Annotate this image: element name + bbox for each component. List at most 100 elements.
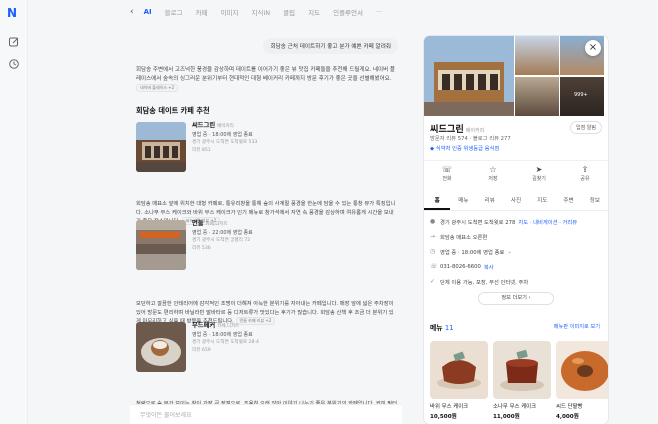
star-icon: ☆ [489, 165, 497, 174]
chevron-down-icon[interactable]: ⌄ [507, 249, 511, 255]
answer-intro: 회담송 주변에서 고즈넉한 풍경을 감상하며 데이트를 이어가기 좋은 뷰 맛집… [136, 66, 398, 94]
tab-photos[interactable]: 사진 [503, 193, 529, 210]
menu-title: 메뉴 [430, 324, 443, 332]
history-icon[interactable] [8, 58, 20, 70]
call-button[interactable]: ☏ 전화 [424, 161, 470, 188]
amenity-icon: ✓ [430, 278, 436, 285]
share-label: 공유 [580, 176, 590, 182]
menu-photo[interactable] [493, 341, 551, 399]
place-info: 씨드그린 베이커리 영업 중 · 18:00에 영업 종료 경기 광주시 도척면 … [192, 122, 257, 155]
place-hours: 영업 중 · 22:00에 영업 종료 [192, 230, 253, 236]
user-question: 회담송 근처 데이트하기 좋고 분가 예쁜 카페 알려줘 [263, 38, 398, 54]
place-thumbnail[interactable] [136, 322, 186, 372]
map-links[interactable]: 지도 · 내비게이션 · 거리뷰 [518, 218, 577, 226]
back-button[interactable]: ‹ [130, 7, 134, 17]
place-category: 카페,디저트 [205, 222, 228, 227]
naver-logo[interactable]: N [7, 6, 17, 20]
menu-list: 바위 무스 케이크 10,500원 소나무 무스 케이크 11,000원 씨드 … [430, 341, 608, 420]
phone-icon: ☏ [430, 263, 438, 270]
place-info-list: ● 경기 광주시 도척면 도척윗로 278 지도 · 내비게이션 · 거리뷰 →… [430, 214, 606, 289]
tab-reviews[interactable]: 리뷰 [477, 193, 503, 210]
place-info: 무드페커 카페,디저트 영업 중 · 18:00에 영업 종료 경기 광주시 도척… [192, 322, 259, 355]
place-reviews: 리뷰 659 [192, 348, 211, 353]
panel-place-name: 씨드그린 베이커리 [430, 121, 484, 135]
menu-price: 10,500원 [430, 414, 457, 420]
source-pill[interactable]: 네이버 플레이스 +2 [136, 84, 179, 92]
tab-clip[interactable]: 클립 [283, 7, 295, 17]
tab-map[interactable]: 지도 [308, 7, 320, 17]
direction-text: 회담송 매표소 오른편 [440, 234, 488, 241]
place-category: 베이커리 [217, 124, 234, 129]
place-address: 경기 광주시 도척면 도척윗로 28-4 [192, 340, 259, 345]
more-info-button[interactable]: 정보 더보기 › [478, 292, 554, 305]
share-button[interactable]: ⇪ 공유 [562, 161, 608, 188]
menu-photo[interactable] [430, 341, 488, 399]
place-hours: 영업 중 · 18:00에 영업 종료 [192, 332, 253, 338]
tab-cafe[interactable]: 카페 [196, 7, 208, 17]
menu-item[interactable]: 소나무 무스 케이크 11,000원 [493, 341, 551, 420]
menu-price: 11,000원 [493, 414, 520, 420]
directions-icon: ➤ [535, 165, 543, 174]
tab-map[interactable]: 지도 [529, 193, 555, 210]
search-tabs: ‹ AI 블로그 카페 이미지 지식iN 클립 지도 인플루언서 ··· [130, 6, 395, 18]
hygiene-badge: ◆ 식약처 인증 위생등급 음식점 [430, 144, 499, 152]
intro-text: 회담송 주변에서 고즈넉한 풍경을 감상하며 데이트를 이어가기 좋은 뷰 맛집… [136, 67, 395, 82]
panel-tabs: 홈 메뉴 리뷰 사진 지도 주변 정보 [424, 193, 608, 211]
place-detail-panel: 999+ × 씨드그린 베이커리 입점 알림 방문자 리뷰 574 · 블로그 리… [424, 36, 608, 424]
menu-heading: 메뉴 11 [430, 322, 454, 332]
share-icon: ⇪ [581, 165, 589, 174]
close-button[interactable]: × [585, 40, 601, 56]
place-name[interactable]: 먼들 [192, 220, 204, 227]
address-row: ● 경기 광주시 도척면 도척윗로 278 지도 · 내비게이션 · 거리뷰 [430, 214, 606, 229]
place-hours: 영업 중 · 18:00에 영업 종료 [192, 132, 253, 138]
tab-image[interactable]: 이미지 [221, 7, 239, 17]
clock-icon: ◷ [430, 248, 436, 255]
tab-info[interactable]: 정보 [582, 193, 608, 210]
tab-menu[interactable]: 메뉴 [450, 193, 476, 210]
tab-nearby[interactable]: 주변 [555, 193, 581, 210]
save-label: 저장 [488, 176, 498, 182]
tab-influencer[interactable]: 인플루언서 [333, 7, 363, 17]
gallery-photo[interactable] [515, 77, 559, 116]
place-name[interactable]: 씨드그린 [192, 122, 215, 129]
menu-image-link[interactable]: 메뉴판 이미지로 보기 [554, 323, 600, 330]
directions-button[interactable]: ➤ 길찾기 [516, 161, 562, 188]
photo-count[interactable]: 999+ [574, 92, 588, 98]
tab-ai[interactable]: AI [144, 8, 152, 16]
hygiene-badge-text: 식약처 인증 위생등급 음식점 [435, 146, 500, 152]
phone-row: ☏ 031-8026-6600 복사 [430, 259, 606, 274]
photo-gallery[interactable]: 999+ × [424, 36, 608, 116]
place-reviews: 리뷰 851 [192, 148, 211, 153]
amenities-row: ✓ 단체 이용 가능, 포장, 무선 인터넷, 주차 [430, 274, 606, 289]
menu-name: 씨드 단팥빵 [556, 404, 583, 410]
place-name[interactable]: 무드페커 [192, 322, 215, 329]
panel-review-counts[interactable]: 방문자 리뷰 574 · 블로그 리뷰 277 [430, 134, 511, 142]
direction-row: → 회담송 매표소 오른편 [430, 229, 606, 244]
place-address: 경기 광주시 도척면 궁평리 72 [192, 238, 251, 243]
new-chat-icon[interactable] [8, 36, 20, 48]
gallery-photo[interactable] [515, 36, 559, 75]
tab-blog[interactable]: 블로그 [165, 7, 183, 17]
hours-row[interactable]: ◷ 영업 중 · 18:00에 영업 종료 ⌄ [430, 244, 606, 259]
place-info: 먼들 카페,디저트 영업 중 · 22:00에 영업 종료 경기 광주시 도척면 … [192, 220, 253, 253]
menu-photo[interactable] [556, 341, 608, 399]
menu-item[interactable]: 씨드 단팥빵 4,000원 [556, 341, 608, 420]
tab-kin[interactable]: 지식iN [252, 7, 271, 17]
menu-count: 11 [444, 324, 454, 332]
save-button[interactable]: ☆ 저장 [470, 161, 516, 188]
chat-column: 회담송 근처 데이트하기 좋고 분가 예쁜 카페 알려줘 회담송 주변에서 고즈… [130, 24, 402, 424]
place-category: 카페,디저트 [217, 324, 240, 329]
directions-label: 길찾기 [532, 176, 546, 182]
copy-link[interactable]: 복사 [484, 263, 494, 271]
section-title: 회담송 데이트 카페 추천 [136, 106, 210, 115]
walk-icon: → [430, 233, 436, 240]
address-text: 경기 광주시 도척면 도척윗로 278 [440, 219, 516, 226]
notify-button[interactable]: 입점 알림 [570, 121, 602, 134]
place-thumbnail[interactable] [136, 122, 186, 172]
more-tabs-button[interactable]: ··· [376, 8, 382, 16]
main-photo[interactable] [424, 36, 514, 116]
tab-home[interactable]: 홈 [424, 193, 451, 210]
ask-input[interactable]: 무엇이든 물어보세요 [130, 404, 402, 424]
menu-item[interactable]: 바위 무스 케이크 10,500원 [430, 341, 488, 420]
place-thumbnail[interactable] [136, 220, 186, 270]
